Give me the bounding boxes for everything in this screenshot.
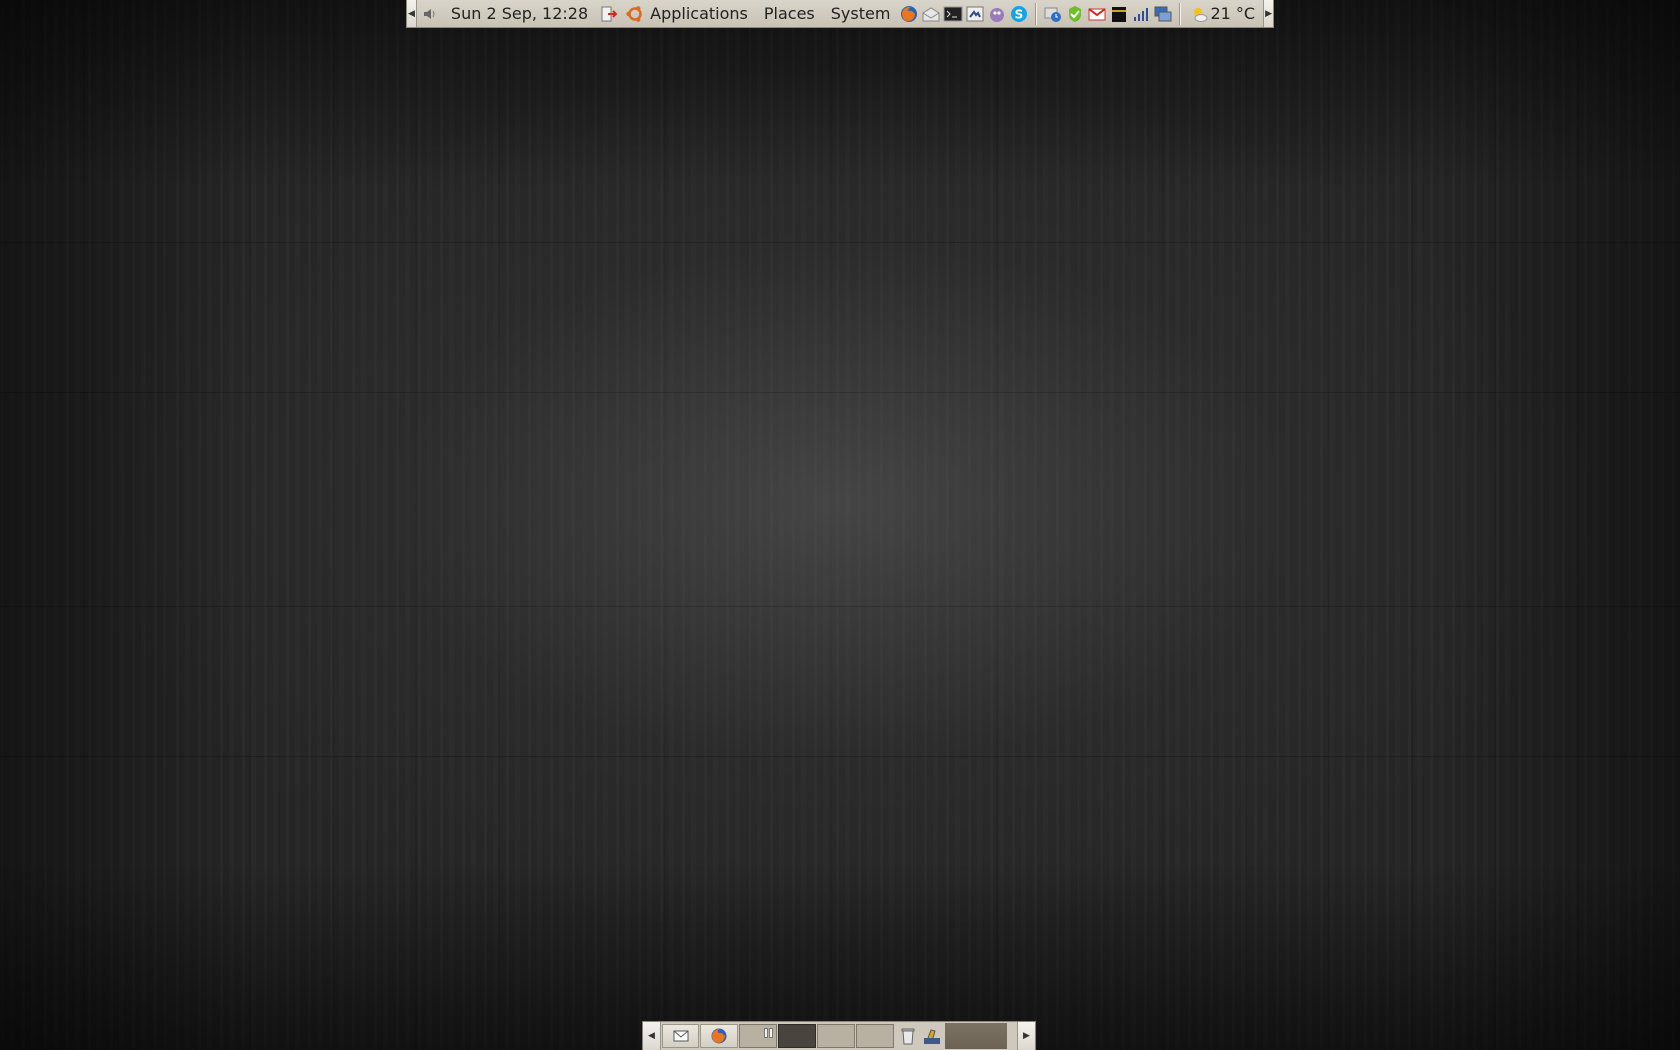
workspace-3[interactable] [817,1024,855,1048]
workspace-window-preview [769,1028,773,1038]
bottom-panel-scroll-right-button[interactable]: ▶ [1017,1022,1035,1050]
gmail-tray-icon[interactable] [1087,4,1107,24]
notification-tray-icon[interactable] [1043,4,1063,24]
applications-menu[interactable]: Applications [622,0,756,27]
temperature-text: 21 °C [1210,4,1256,23]
wallpaper-seam [0,756,1680,757]
scanner-icon[interactable] [922,1026,942,1046]
volume-applet[interactable] [417,0,443,27]
network-monitor-tray-icon[interactable] [1153,4,1173,24]
signal-bars-tray-icon[interactable] [1131,4,1151,24]
workspace-1[interactable] [739,1024,777,1048]
update-tray-icon[interactable] [1065,4,1085,24]
wallpaper-seam [0,392,1680,393]
speaker-icon [420,4,440,24]
top-panel: ◀ Sun 2 Sep, 12:28 Applications Places S… [406,0,1274,28]
firefox-icon [709,1026,729,1046]
workspace-4[interactable] [856,1024,894,1048]
svg-text:S: S [1015,7,1024,21]
kaaba-tray-icon[interactable] [1109,4,1129,24]
skype-launcher-icon[interactable]: S [1009,4,1029,24]
places-menu-label: Places [763,4,815,23]
trash-icon[interactable] [898,1026,918,1046]
network-tool-launcher-icon[interactable] [965,4,985,24]
weather-sun-cloud-icon [1189,4,1209,24]
system-menu[interactable]: System [823,0,899,27]
panel-separator [1035,2,1038,25]
mail-task-button[interactable] [662,1024,699,1048]
mail-icon [671,1026,691,1046]
ubuntu-logo-icon [625,4,645,24]
pidgin-launcher-icon[interactable] [987,4,1007,24]
workspace-2[interactable] [778,1024,816,1048]
applications-menu-label: Applications [650,4,748,23]
clock-applet[interactable]: Sun 2 Sep, 12:28 [443,0,596,27]
panel-separator [1179,2,1182,25]
clock-text: Sun 2 Sep, 12:28 [450,4,589,23]
wallpaper-seam [0,606,1680,607]
places-menu[interactable]: Places [756,0,823,27]
bottom-panel: ◀ ▶ [642,1021,1036,1050]
panel-scroll-right-button[interactable]: ▶ [1263,0,1273,27]
notification-area [945,1023,1007,1049]
mail-client-launcher-icon[interactable] [921,4,941,24]
panel-scroll-left-button[interactable]: ◀ [407,0,417,27]
weather-applet[interactable]: 21 °C [1186,0,1263,27]
logout-applet[interactable] [596,0,622,27]
firefox-launcher-icon[interactable] [899,4,919,24]
terminal-launcher-icon[interactable] [943,4,963,24]
wallpaper-seam [0,242,1680,243]
firefox-task-button[interactable] [700,1024,738,1048]
workspace-window-preview [764,1028,768,1038]
logout-icon [599,4,619,24]
bottom-panel-scroll-left-button[interactable]: ◀ [643,1022,661,1050]
system-menu-label: System [830,4,891,23]
